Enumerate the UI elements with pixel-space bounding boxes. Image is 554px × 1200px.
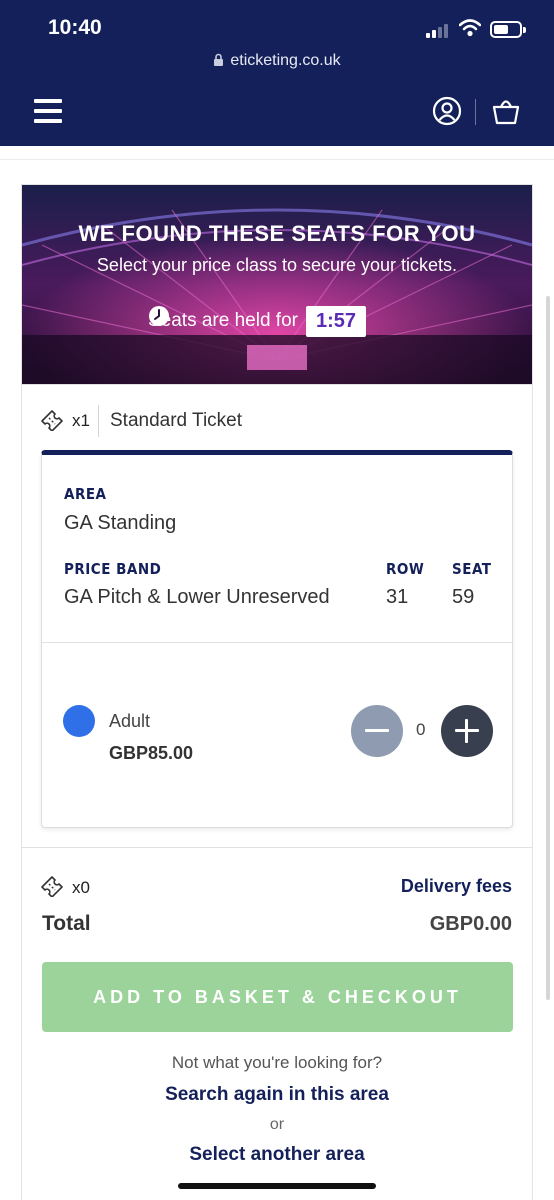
hero-title: WE FOUND THESE SEATS FOR YOU	[78, 221, 476, 246]
hold-timer-row: Seats are held for 1:57	[148, 305, 367, 337]
add-to-basket-checkout-button[interactable]: ADD TO BASKET & CHECKOUT	[42, 962, 513, 1032]
hero-subtitle: Select your price class to secure your t…	[96, 255, 458, 275]
or-text: or	[269, 1116, 285, 1133]
search-again-link[interactable]: Search again in this area	[22, 1084, 532, 1106]
header-spacer	[0, 146, 554, 160]
area-label: AREA	[64, 485, 107, 503]
price-band-label: PRICE BAND	[64, 560, 162, 578]
price-class-name: Adult	[109, 711, 151, 731]
scrollbar[interactable]	[546, 296, 550, 1000]
account-icon[interactable]	[432, 96, 462, 126]
ticket-type: Standard Ticket	[110, 410, 243, 431]
seat-selection-card: WE FOUND THESE SEATS FOR YOU Select your…	[21, 184, 533, 1200]
delivery-fees-link[interactable]: Delivery fees	[401, 876, 512, 897]
select-another-area-link[interactable]: Select another area	[22, 1144, 532, 1166]
ticket-icon	[41, 410, 63, 431]
ticket-icon	[41, 876, 63, 897]
battery-icon	[490, 21, 526, 38]
hamburger-menu-icon[interactable]	[34, 99, 62, 123]
cellular-signal-icon	[426, 22, 452, 38]
address-bar[interactable]: eticketing.co.uk	[0, 52, 554, 70]
increase-quantity-button[interactable]	[441, 705, 493, 757]
header-divider	[475, 99, 476, 125]
status-time: 10:40	[48, 16, 102, 39]
minus-icon	[365, 729, 389, 732]
price-band-value: GA Pitch & Lower Unreserved	[64, 586, 330, 608]
row-value: 31	[386, 586, 409, 608]
area-value: GA Standing	[64, 512, 177, 534]
total-label: Total	[42, 912, 91, 935]
seat-label: SEAT	[452, 560, 492, 578]
url-text: eticketing.co.uk	[230, 52, 341, 69]
stadium-background-image	[22, 185, 532, 384]
seat-details-panel: AREA GA Standing PRICE BAND GA Pitch & L…	[41, 450, 513, 828]
home-indicator[interactable]	[178, 1183, 376, 1189]
hold-label: Seats are held for	[148, 310, 298, 331]
clock-icon	[149, 306, 169, 326]
quantity-value: 0	[416, 720, 426, 739]
basket-icon[interactable]	[492, 96, 520, 126]
wifi-icon	[459, 19, 481, 37]
row-label: ROW	[386, 560, 425, 578]
hero-banner: WE FOUND THESE SEATS FOR YOU Select your…	[22, 185, 532, 384]
selected-ticket-count: x0	[72, 878, 90, 897]
decrease-quantity-button[interactable]	[351, 705, 403, 757]
total-value: GBP0.00	[429, 913, 512, 935]
divider	[98, 405, 99, 437]
lock-icon	[214, 53, 224, 66]
ticket-summary: x1 Standard Ticket	[22, 384, 532, 452]
hold-countdown: 1:57	[305, 305, 367, 337]
divider	[42, 642, 512, 643]
browser-header: 10:40 eticketing.co.uk	[0, 0, 554, 146]
price-class-color-dot	[63, 705, 95, 737]
order-summary: x0 Delivery fees Total GBP0.00 ADD TO BA…	[22, 847, 532, 1200]
not-looking-text: Not what you're looking for?	[171, 1053, 383, 1072]
ticket-quantity: x1	[72, 411, 90, 430]
price-class-price: GBP85.00	[109, 743, 194, 763]
seat-value: 59	[452, 586, 475, 608]
